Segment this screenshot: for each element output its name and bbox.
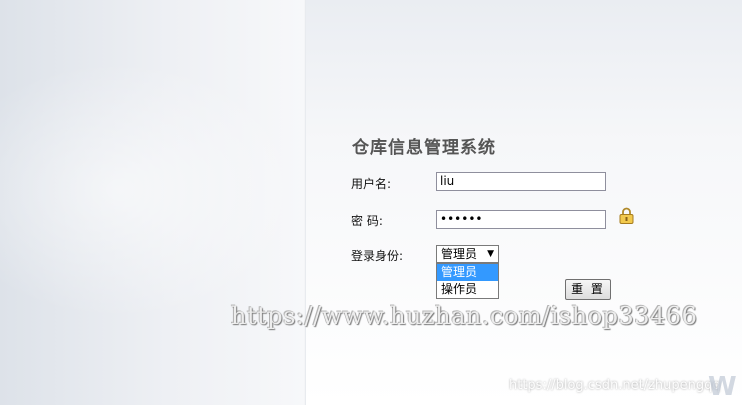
background-glow	[0, 60, 305, 320]
chevron-down-icon: ▼	[487, 249, 494, 259]
page-title: 仓库信息管理系统	[352, 138, 496, 158]
csdn-watermark: https://blog.csdn.net/zhupengqq	[509, 378, 721, 393]
role-label: 登录身份:	[351, 249, 404, 263]
role-select[interactable]: 管理员 ▼	[436, 245, 499, 263]
watermark-logo: W	[708, 372, 737, 402]
lock-icon	[619, 207, 634, 224]
username-label: 用户名:	[351, 177, 392, 191]
password-label: 密 码:	[351, 214, 383, 228]
role-option-operator[interactable]: 操作员	[437, 281, 498, 298]
role-option-admin[interactable]: 管理员	[437, 264, 498, 281]
panel-divider	[304, 0, 306, 405]
password-input[interactable]: ••••••	[436, 210, 606, 229]
role-dropdown-list: 管理员 操作员	[436, 263, 499, 299]
reset-button[interactable]: 重 置	[565, 279, 611, 300]
role-select-value: 管理员	[441, 247, 478, 261]
huzhan-watermark: https://www.huzhan.com/ishop33466	[231, 302, 698, 330]
username-input[interactable]: liu	[436, 172, 606, 191]
